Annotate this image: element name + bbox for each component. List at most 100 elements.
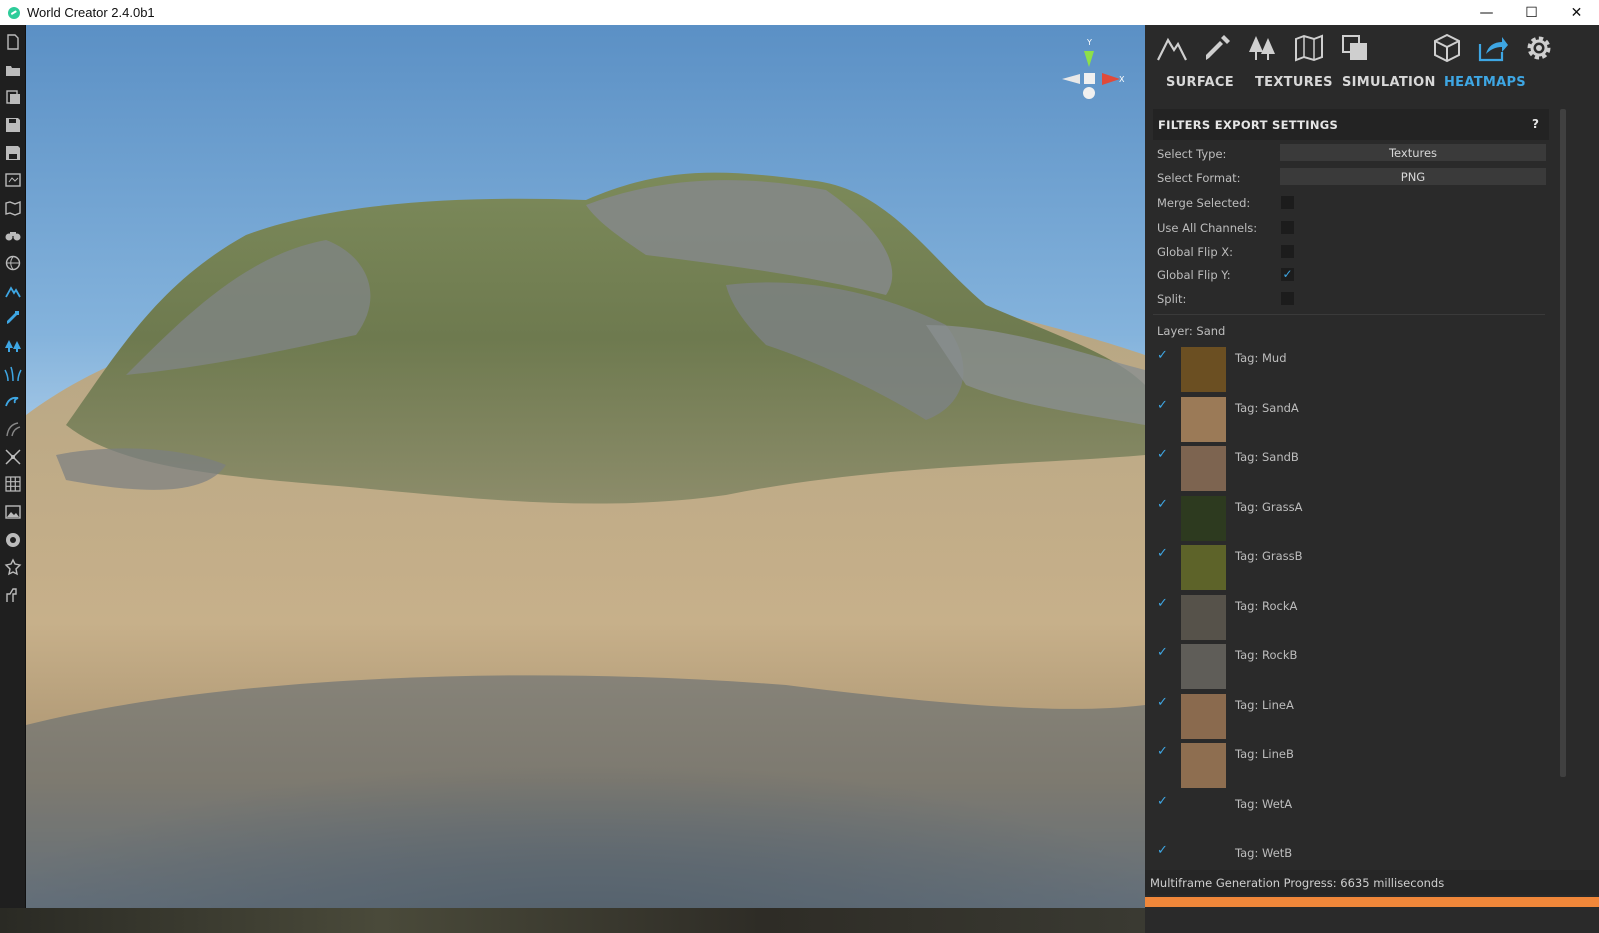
map-icon[interactable] bbox=[3, 198, 23, 218]
global-flip-x-checkbox[interactable] bbox=[1281, 245, 1294, 258]
right-panel: SURFACE TEXTURES SIMULATION HEATMAPS FIL… bbox=[1145, 25, 1599, 933]
use-all-channels-checkbox[interactable] bbox=[1281, 221, 1294, 234]
texture-swatch bbox=[1181, 594, 1226, 640]
tag-label: Tag: SandA bbox=[1235, 400, 1299, 415]
merge-selected-label: Merge Selected: bbox=[1157, 196, 1251, 210]
texture-swatch bbox=[1181, 743, 1226, 788]
tag-checkbox[interactable]: ✓ bbox=[1157, 794, 1171, 809]
texture-swatch bbox=[1181, 792, 1226, 838]
orientation-gizmo[interactable]: Y X bbox=[1060, 37, 1126, 107]
global-flip-y-checkbox[interactable]: ✓ bbox=[1281, 268, 1294, 281]
water-tool-icon[interactable] bbox=[3, 391, 23, 411]
tag-row[interactable]: ✓ Tag: SandA bbox=[1145, 396, 1555, 443]
texture-swatch bbox=[1181, 396, 1226, 442]
tag-checkbox[interactable]: ✓ bbox=[1157, 844, 1171, 858]
roads-icon[interactable] bbox=[3, 419, 23, 439]
tag-label: Tag: WetB bbox=[1235, 846, 1293, 860]
texture-swatch bbox=[1181, 693, 1226, 739]
terrain-icon[interactable] bbox=[1155, 31, 1189, 65]
grass-tool-icon[interactable] bbox=[3, 364, 23, 384]
tag-label: Tag: GrassA bbox=[1235, 499, 1303, 514]
terrain-tool-icon[interactable] bbox=[3, 281, 23, 301]
tab-simulation[interactable]: SIMULATION bbox=[1342, 75, 1436, 90]
select-format-dropdown[interactable]: PNG bbox=[1280, 168, 1546, 185]
grid-icon[interactable] bbox=[3, 474, 23, 494]
close-button[interactable]: ✕ bbox=[1554, 0, 1599, 25]
tag-checkbox[interactable]: ✓ bbox=[1157, 695, 1171, 710]
maximize-button[interactable]: ☐ bbox=[1509, 0, 1554, 25]
tag-row[interactable]: ✓ Tag: Mud bbox=[1145, 347, 1555, 393]
panel-scrollbar[interactable] bbox=[1560, 109, 1566, 777]
viewport-bottom-strip bbox=[0, 908, 1145, 933]
split-checkbox[interactable] bbox=[1281, 292, 1294, 305]
tag-checkbox[interactable]: ✓ bbox=[1157, 745, 1171, 759]
layers-icon[interactable] bbox=[1338, 31, 1372, 65]
gizmo-y-label: Y bbox=[1086, 38, 1092, 47]
tag-row[interactable]: ✓ Tag: GrassB bbox=[1145, 545, 1555, 591]
split-label: Split: bbox=[1157, 292, 1187, 306]
trees-icon[interactable] bbox=[1245, 31, 1279, 65]
paint-brush-tool-icon[interactable] bbox=[3, 308, 23, 328]
export-icon[interactable] bbox=[1475, 31, 1509, 65]
settings-icon[interactable] bbox=[1522, 31, 1556, 65]
divider bbox=[1153, 314, 1545, 315]
global-flip-x-label: Global Flip X: bbox=[1157, 245, 1234, 259]
tag-checkbox[interactable]: ✓ bbox=[1157, 547, 1171, 561]
tag-row[interactable]: ✓ Tag: SandB bbox=[1145, 446, 1555, 492]
transform-icon[interactable] bbox=[3, 447, 23, 467]
tab-heatmaps[interactable]: HEATMAPS bbox=[1444, 75, 1526, 90]
help-icon[interactable]: ? bbox=[1532, 117, 1539, 131]
layer-label: Layer: Sand bbox=[1157, 324, 1226, 338]
tag-label: Tag: LineB bbox=[1235, 747, 1294, 761]
open-folder-icon[interactable] bbox=[3, 60, 23, 80]
tag-label: Tag: RockA bbox=[1235, 598, 1298, 613]
tag-checkbox[interactable]: ✓ bbox=[1157, 497, 1171, 512]
minimize-button[interactable]: — bbox=[1464, 0, 1509, 25]
tag-label: Tag: SandB bbox=[1235, 450, 1299, 464]
merge-selected-checkbox[interactable] bbox=[1281, 196, 1294, 209]
box-icon[interactable] bbox=[1430, 31, 1464, 65]
terrain-render bbox=[26, 172, 1145, 908]
open-recent-icon[interactable] bbox=[3, 87, 23, 107]
tag-checkbox[interactable]: ✓ bbox=[1157, 596, 1171, 611]
trees-tool-icon[interactable] bbox=[3, 336, 23, 356]
generation-progress-bar bbox=[1145, 897, 1599, 907]
new-file-icon[interactable] bbox=[3, 32, 23, 52]
globe-icon[interactable] bbox=[3, 253, 23, 273]
tag-row[interactable]: ✓ Tag: RockB bbox=[1145, 644, 1555, 690]
tag-checkbox[interactable]: ✓ bbox=[1157, 398, 1171, 413]
tag-label: Tag: LineA bbox=[1235, 697, 1294, 712]
tag-row[interactable]: ✓ Tag: LineB bbox=[1145, 743, 1555, 789]
tag-row[interactable]: ✓ Tag: GrassA bbox=[1145, 495, 1555, 542]
save-icon[interactable] bbox=[3, 115, 23, 135]
binoculars-icon[interactable] bbox=[3, 225, 23, 245]
select-format-label: Select Format: bbox=[1157, 171, 1241, 185]
texture-swatch bbox=[1181, 446, 1226, 491]
tag-checkbox[interactable]: ✓ bbox=[1157, 349, 1171, 363]
camera-icon[interactable] bbox=[3, 557, 23, 577]
paint-brush-icon[interactable] bbox=[1200, 31, 1234, 65]
map-icon[interactable] bbox=[1292, 31, 1326, 65]
tag-checkbox[interactable]: ✓ bbox=[1157, 448, 1171, 462]
tag-label: Tag: WetA bbox=[1235, 796, 1293, 811]
status-bar: Multiframe Generation Progress: 6635 mil… bbox=[1145, 870, 1599, 895]
gizmo-x-label: X bbox=[1119, 75, 1125, 84]
brush-tool-icon[interactable] bbox=[3, 585, 23, 605]
tag-row[interactable]: ✓ Tag: RockA bbox=[1145, 594, 1555, 641]
select-type-dropdown[interactable]: Textures bbox=[1280, 144, 1546, 161]
image-icon[interactable] bbox=[3, 502, 23, 522]
save-as-icon[interactable] bbox=[3, 143, 23, 163]
texture-swatch bbox=[1181, 495, 1226, 541]
sphere-icon[interactable] bbox=[3, 530, 23, 550]
tag-row[interactable]: ✓ Tag: LineA bbox=[1145, 693, 1555, 740]
tab-surface[interactable]: SURFACE bbox=[1166, 75, 1234, 90]
tab-textures[interactable]: TEXTURES bbox=[1255, 75, 1333, 90]
tag-label: Tag: Mud bbox=[1235, 351, 1287, 365]
filters-export-settings-header[interactable]: FILTERS EXPORT SETTINGS ? bbox=[1153, 109, 1549, 140]
tag-checkbox[interactable]: ✓ bbox=[1157, 646, 1171, 660]
texture-swatch bbox=[1181, 644, 1226, 689]
tag-row[interactable]: ✓ Tag: WetA bbox=[1145, 792, 1555, 839]
world-map-icon[interactable] bbox=[3, 170, 23, 190]
global-flip-y-label: Global Flip Y: bbox=[1157, 268, 1231, 282]
terrain-viewport[interactable]: Y X bbox=[26, 25, 1145, 908]
